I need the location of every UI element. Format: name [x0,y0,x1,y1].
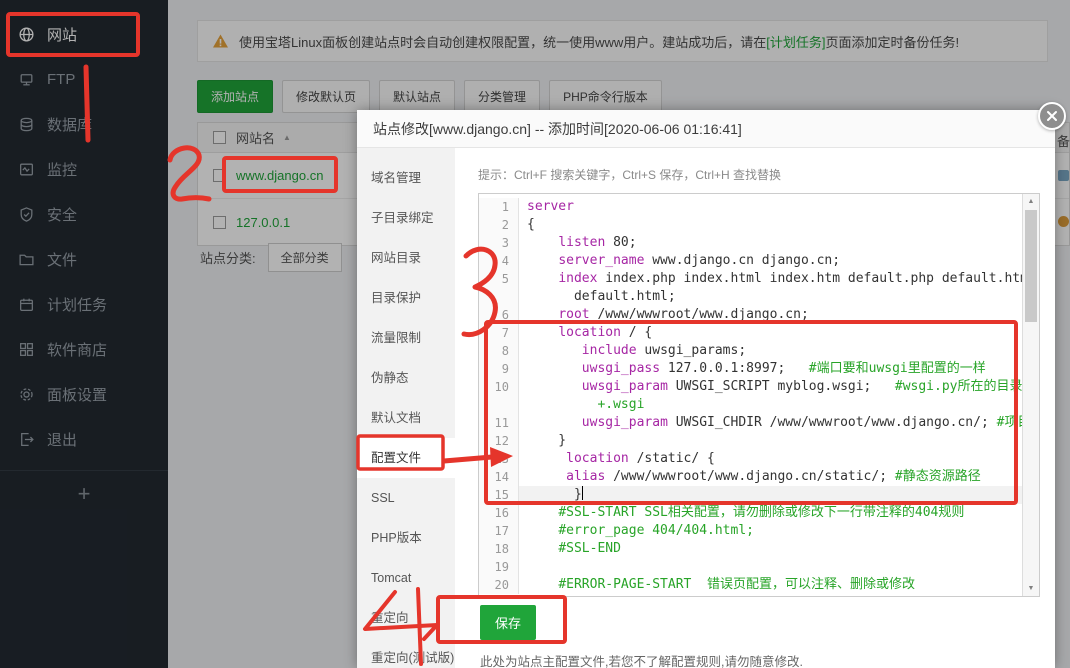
code-line: 10 uwsgi_param UWSGI_SCRIPT myblog.wsgi;… [479,378,1022,396]
code-line: 14 alias /www/wwwroot/www.django.cn/stat… [479,468,1022,486]
code-line: 8 include uwsgi_params; [479,342,1022,360]
modal-menu-item[interactable]: 子目录绑定 [357,198,455,238]
modal-content: 提示：Ctrl+F 搜索关键字，Ctrl+S 保存，Ctrl+H 查找替换 1 … [455,148,1055,668]
editor-scrollbar[interactable]: ▲ ▼ [1022,194,1039,596]
line-number [479,288,519,306]
modal-menu-item[interactable]: 默认文档 [357,398,455,438]
modal-menu-item[interactable]: 配置文件 [357,438,455,478]
modal-menu-item[interactable]: 域名管理 [357,158,455,198]
modal-menu-item[interactable]: 网站目录 [357,238,455,278]
code-line: 17 #error_page 404/404.html; [479,522,1022,540]
code-lines: 1 server 2 { 3 listen 80; 4 server_name … [479,194,1022,596]
scroll-down-icon[interactable]: ▼ [1023,581,1039,596]
modal-menu-item[interactable]: 目录保护 [357,278,455,318]
line-number: 8 [479,342,519,360]
line-number: 9 [479,360,519,378]
text-cursor [581,486,584,500]
scroll-up-icon[interactable]: ▲ [1023,194,1039,209]
line-number: 16 [479,504,519,522]
modal-menu-item[interactable]: 重定向 [357,598,455,638]
code-line: 16 #SSL-START SSL相关配置，请勿删除或修改下一行带注释的404规… [479,504,1022,522]
line-number: 10 [479,378,519,396]
modal-menu: 域名管理 子目录绑定 网站目录 目录保护 流量限制 伪静态 默认文档 配置文件 … [357,148,455,668]
scrollbar-thumb[interactable] [1025,210,1037,322]
modal-menu-item-label: 重定向(测试版) [371,651,455,665]
modal-menu-item[interactable]: 流量限制 [357,318,455,358]
config-note: 此处为站点主配置文件,若您不了解配置规则,请勿随意修改. [480,655,803,668]
code-line: 18 #SSL-END [479,540,1022,558]
line-number: 13 [479,450,519,468]
line-number: 20 [479,576,519,594]
code-line: 4 server_name www.django.cn django.cn; [479,252,1022,270]
modal-menu-item-label: 默认文档 [371,411,422,425]
code-line: 1 server [479,198,1022,216]
line-number: 5 [479,270,519,288]
code-line: 19 [479,558,1022,576]
line-number [479,396,519,414]
line-number: 4 [479,252,519,270]
code-line: 6 root /www/wwwroot/www.django.cn; [479,306,1022,324]
modal-menu-item-label: 流量限制 [371,331,422,345]
modal-menu-item[interactable]: PHP版本 [357,518,455,558]
modal-menu-item-label: PHP版本 [371,531,422,545]
editor-hint: 提示：Ctrl+F 搜索关键字，Ctrl+S 保存，Ctrl+H 查找替换 [478,168,782,182]
modal-menu-item[interactable]: 伪静态 [357,358,455,398]
code-line: 12 } [479,432,1022,450]
line-number: 14 [479,468,519,486]
code-line: 3 listen 80; [479,234,1022,252]
modal-menu-item-label: 网站目录 [371,251,422,265]
line-number: 18 [479,540,519,558]
code-line: 7 location / { [479,324,1022,342]
modal-body: 域名管理 子目录绑定 网站目录 目录保护 流量限制 伪静态 默认文档 配置文件 … [357,148,1055,668]
modal-menu-item[interactable]: 重定向(测试版) [357,638,455,668]
line-number: 11 [479,414,519,432]
code-line: default.html; [479,288,1022,306]
code-line: 20 #ERROR-PAGE-START 错误页配置，可以注释、删除或修改 [479,576,1022,594]
line-number: 1 [479,198,519,216]
line-number: 15 [479,486,519,504]
modal-menu-item-label: 子目录绑定 [371,211,434,225]
code-line: 11 uwsgi_param UWSGI_CHDIR /www/wwwroot/… [479,414,1022,432]
modal-menu-item-label: 域名管理 [371,171,422,185]
save-button[interactable]: 保存 [480,605,537,640]
modal-menu-item-label: Tomcat [371,571,412,585]
line-number: 7 [479,324,519,342]
modal-menu-item-label: SSL [371,491,395,505]
modal-menu-item-label: 目录保护 [371,291,422,305]
line-number: 6 [479,306,519,324]
code-line: 9 uwsgi_pass 127.0.0.1:8997; #端口要和uwsgi里… [479,360,1022,378]
close-icon [1047,111,1057,121]
line-number: 19 [479,558,519,576]
code-line: +.wsgi [479,396,1022,414]
modal-menu-item[interactable]: Tomcat [357,558,455,598]
line-number: 2 [479,216,519,234]
modal-menu-item-label: 重定向 [371,611,409,625]
baota-panel-page: 网站 FTP 数据库 监控 安全 文件 计划任务 软件商店 面板设置 退出 + … [0,0,1070,668]
modal-menu-item-label: 伪静态 [371,371,409,385]
site-edit-modal: 站点修改[www.django.cn] -- 添加时间[2020-06-06 0… [357,110,1055,668]
line-number: 12 [479,432,519,450]
modal-menu-item[interactable]: SSL [357,478,455,518]
code-line: 15 } [479,486,1022,504]
close-button[interactable] [1038,102,1066,130]
code-line: 5 index index.php index.html index.htm d… [479,270,1022,288]
modal-title: 站点修改[www.django.cn] -- 添加时间[2020-06-06 0… [357,110,1055,148]
line-number: 3 [479,234,519,252]
code-line: 2 { [479,216,1022,234]
config-code-editor[interactable]: 1 server 2 { 3 listen 80; 4 server_name … [478,193,1040,597]
code-line: 13 location /static/ { [479,450,1022,468]
line-number: 17 [479,522,519,540]
modal-menu-item-label: 配置文件 [371,451,422,465]
